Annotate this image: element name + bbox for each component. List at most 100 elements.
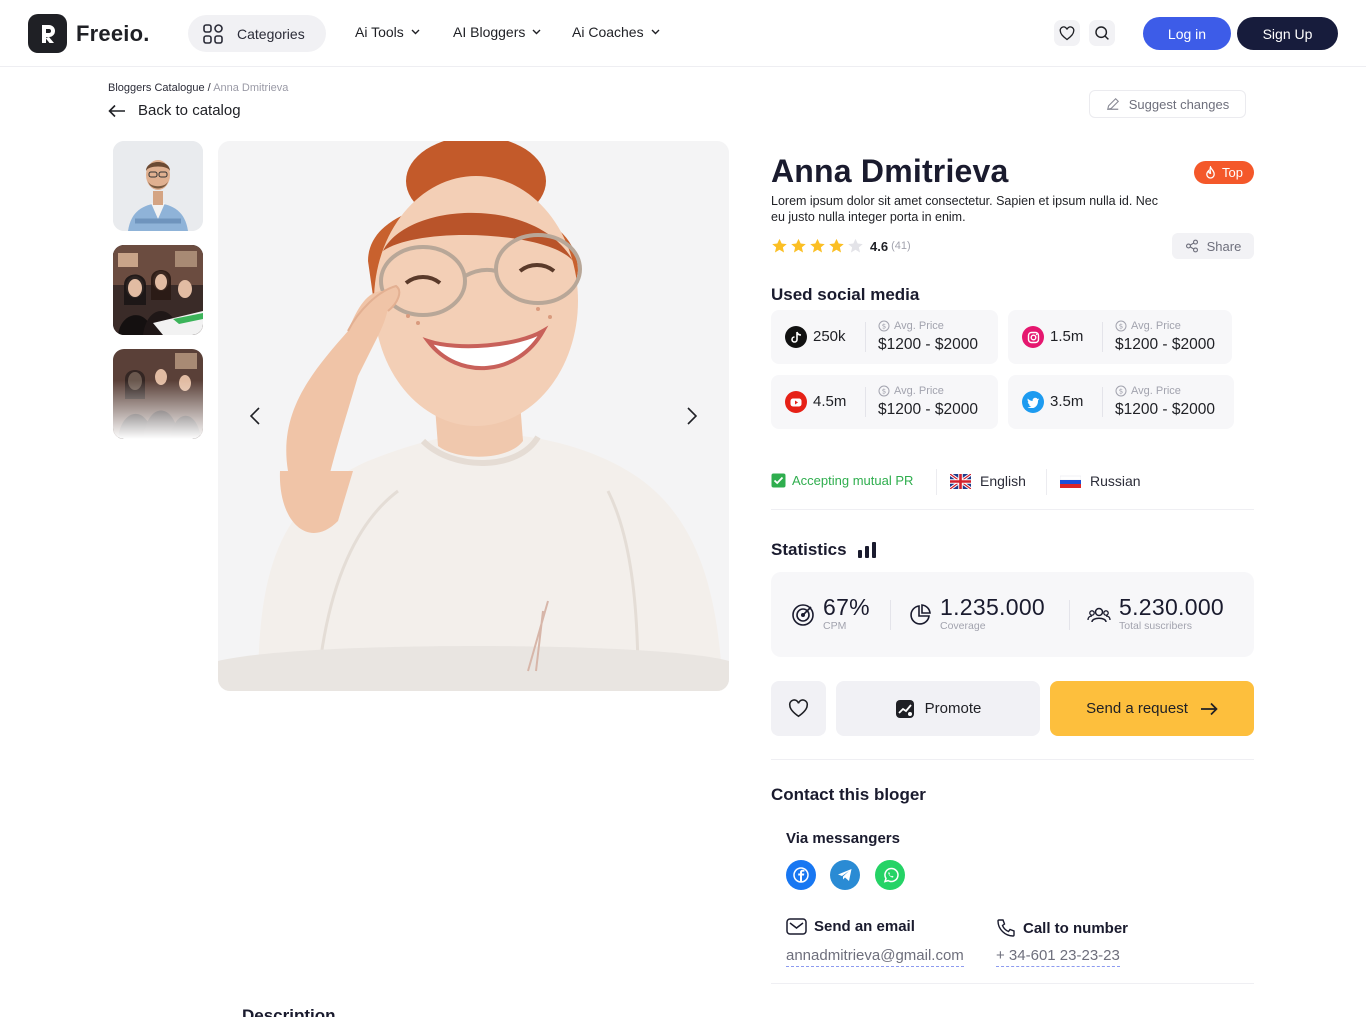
back-to-catalog-link[interactable]: Back to catalog [108,102,241,119]
top-badge-label: Top [1222,165,1243,180]
description-title: Description [242,1006,336,1017]
call-number-label: Call to number [996,918,1128,938]
envelope-icon [786,918,807,935]
coin-icon: $ [878,320,890,332]
social-media-title: Used social media [771,285,920,304]
divider [1069,600,1070,630]
language-tag-english: English [950,473,1026,489]
email-link[interactable]: annadmitrieva@gmail.com [786,947,964,967]
heart-icon [1059,25,1075,40]
mutual-pr-label: Accepting mutual PR [792,473,914,488]
svg-text:$: $ [882,388,886,396]
telegram-icon[interactable] [830,860,860,890]
facebook-icon[interactable] [786,860,816,890]
signup-button[interactable]: Sign Up [1237,17,1338,50]
nav-ai-tools[interactable]: Ai Tools [355,24,420,40]
social-card-tiktok[interactable]: 250k $ Avg. Price $1200 - $2000 [771,310,998,364]
chevron-down-icon [651,29,660,35]
tags-row: Accepting mutual PR English Russian [771,466,1254,510]
logo[interactable]: Freeio. [28,14,150,53]
nav-ai-bloggers[interactable]: AI Bloggers [453,24,541,40]
star-filled-icon [810,238,825,253]
stat-value: 5.230.000 [1119,594,1225,620]
nav-label: AI Bloggers [453,24,526,40]
breadcrumb-parent[interactable]: Bloggers Catalogue [108,82,205,94]
bar-chart-icon [857,542,876,558]
checkbox-checked-icon [771,473,786,488]
statistics-box: 67% CPM 1.235.000 Coverage 5.230.000 Tot… [771,572,1254,657]
main-photo [218,141,729,691]
price-range: $1200 - $2000 [878,401,978,418]
tiktok-icon [785,326,807,348]
avg-price-label: $ Avg. Price [878,385,944,397]
gallery-prev-button[interactable] [243,403,267,429]
women-group-image [113,245,203,335]
star-filled-icon [791,238,806,253]
chevron-right-icon [687,407,697,425]
avg-price-label: $ Avg. Price [1115,385,1181,397]
pencil-icon [1106,97,1119,111]
language-label: English [980,473,1026,489]
login-button[interactable]: Log in [1143,17,1231,50]
blogger-name: Anna Dmitrieva [771,153,1009,189]
arrow-right-icon [1200,702,1218,715]
search-button[interactable] [1089,20,1115,46]
search-icon [1095,26,1109,40]
add-to-favorites-button[interactable] [771,681,826,736]
suggest-changes-button[interactable]: Suggest changes [1089,90,1246,118]
social-card-youtube[interactable]: 4.5m $ Avg. Price $1200 - $2000 [771,375,998,429]
stat-subscribers: 5.230.000 Total suscribers [1087,595,1224,632]
logo-text: Freeio. [76,20,150,46]
send-request-label: Send a request [1086,700,1188,717]
price-range: $1200 - $2000 [1115,401,1215,418]
social-card-twitter[interactable]: 3.5m $ Avg. Price $1200 - $2000 [1008,375,1234,429]
follower-count: 1.5m [1050,328,1084,345]
svg-text:$: $ [1119,388,1123,396]
instagram-icon [1022,326,1044,348]
avg-price-label: $ Avg. Price [1115,320,1181,332]
coin-icon: $ [878,385,890,397]
users-icon [1087,607,1111,623]
man-portrait-image [113,141,203,231]
rating-value: 4.6 [870,238,889,254]
chevron-left-icon [250,407,260,425]
share-button[interactable]: Share [1172,233,1254,259]
nav-ai-coaches[interactable]: Ai Coaches [572,24,660,40]
stat-label: CPM [823,620,847,632]
contact-title: Contact this bloger [771,785,926,804]
gallery-thumbnail-2[interactable] [113,245,203,335]
send-request-button[interactable]: Send a request [1050,681,1254,736]
promote-button[interactable]: Promote [836,681,1040,736]
whatsapp-icon[interactable] [875,860,905,890]
divider [890,600,891,630]
youtube-icon [785,391,807,413]
target-icon [792,604,814,626]
back-label: Back to catalog [138,102,241,119]
messengers-label: Via messangers [786,830,900,847]
divider [936,469,937,495]
send-email-label: Send an email [786,918,915,935]
gallery-next-button[interactable] [680,403,704,429]
uk-flag-icon [950,473,971,489]
divider [865,322,866,352]
phone-icon [997,919,1015,937]
social-card-instagram[interactable]: 1.5m $ Avg. Price $1200 - $2000 [1008,310,1232,364]
categories-button[interactable]: Categories [188,15,326,52]
avg-price-label: $ Avg. Price [878,320,944,332]
coin-icon: $ [1115,385,1127,397]
phone-link[interactable]: + 34-601 23-23-23 [996,947,1120,967]
follower-count: 250k [813,328,846,345]
language-label: Russian [1090,473,1141,489]
nav-label: Ai Tools [355,24,404,40]
women-group-faded-image [113,349,203,439]
nav-label: Ai Coaches [572,24,644,40]
gallery-thumbnail-3[interactable] [113,349,203,439]
share-icon [1185,239,1198,253]
price-range: $1200 - $2000 [1115,336,1215,353]
promote-label: Promote [924,700,982,717]
grid-icon [203,23,223,44]
favorites-button[interactable] [1054,20,1080,46]
gallery-thumbnail-1[interactable] [113,141,203,231]
breadcrumb-separator: / [204,82,214,94]
stat-label: Coverage [940,620,986,632]
